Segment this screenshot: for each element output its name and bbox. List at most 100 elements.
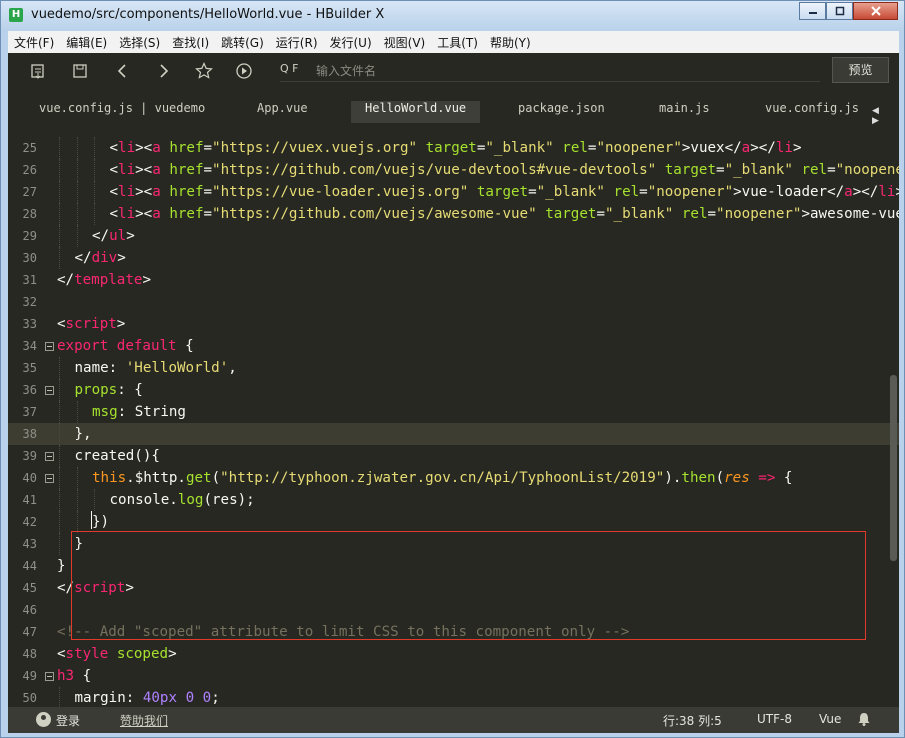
code-line[interactable]: 49 h3 { <box>8 665 899 687</box>
code-line[interactable]: 30 </div> <box>8 247 899 269</box>
tab-1[interactable]: vue.config.js | vuedemo <box>39 101 205 123</box>
menu-item[interactable]: 编辑(E) <box>60 34 113 51</box>
fold-toggle-icon[interactable] <box>45 452 54 461</box>
menu-item[interactable]: 查找(I) <box>166 34 215 51</box>
minimize-button[interactable] <box>799 2 826 20</box>
line-number: 30 <box>22 251 37 265</box>
sponsor-link[interactable]: 赞助我们 <box>120 712 168 729</box>
back-icon[interactable] <box>112 61 132 81</box>
code-line[interactable]: 33 <script> <box>8 313 899 335</box>
code-token: (res); <box>203 492 255 508</box>
code-line[interactable]: 50 margin: 40px 0 0; <box>8 687 899 707</box>
editor-frame: Q F 预览 ◀ ▶ vue.config.js | vuedemo App.vu… <box>8 53 899 733</box>
code-token: script <box>65 316 117 332</box>
fold-toggle-icon[interactable] <box>45 386 54 395</box>
code-token: > <box>792 140 802 156</box>
save-icon[interactable] <box>70 61 90 81</box>
menu-item[interactable]: 视图(V) <box>378 34 432 51</box>
code-line[interactable]: 43} <box>8 533 899 555</box>
language-mode[interactable]: Vue <box>819 712 841 726</box>
code-line[interactable]: 44} <box>8 555 899 577</box>
code-editor[interactable]: 50 margin: 40px 0 0; 49 h3 {48 <style scoped… <box>8 137 899 707</box>
code-line[interactable]: 45 </script> <box>8 577 899 599</box>
code-token: 40px <box>142 690 178 706</box>
indent-guide <box>59 379 60 401</box>
window-controls <box>799 2 898 20</box>
code-line[interactable]: 27 <li><a href="https://vue-loader.vuejs.… <box>8 181 899 203</box>
code-token: >vuex</ <box>681 140 742 156</box>
menu-item[interactable]: 工具(T) <box>431 34 484 51</box>
tab-4[interactable]: package.json <box>518 101 605 123</box>
run-icon[interactable] <box>234 61 254 81</box>
maximize-button[interactable] <box>826 2 853 20</box>
file-search-input[interactable] <box>316 61 796 81</box>
code-token: href <box>169 140 204 156</box>
code-text: this.$http.get("http://typhoon.zjwater.g… <box>92 467 792 489</box>
tab-5[interactable]: main.js <box>659 101 710 123</box>
code-token: >vue-loader</ <box>733 184 845 200</box>
fold-toggle-icon[interactable] <box>45 672 54 681</box>
code-line[interactable]: 48 <style scoped> <box>8 643 899 665</box>
code-line[interactable]: 40 this.$http.get("http://typhoon.zjwater… <box>8 467 899 489</box>
code-token: </ <box>92 228 110 244</box>
code-token: ( <box>715 470 725 486</box>
login-link[interactable]: 登录 <box>56 712 80 729</box>
file-encoding[interactable]: UTF-8 <box>757 712 792 726</box>
line-number: 48 <box>22 647 37 661</box>
cursor-position[interactable]: 行:38 列:5 <box>663 712 722 729</box>
code-line[interactable]: 35 name: 'HelloWorld', <box>8 357 899 379</box>
code-token: = <box>716 162 725 178</box>
code-token: </ <box>57 580 75 596</box>
search-icon[interactable]: Q F <box>280 62 304 80</box>
code-token: >< <box>135 184 153 200</box>
menu-item[interactable]: 帮助(Y) <box>484 34 537 51</box>
code-line[interactable]: 39 created(){ <box>8 445 899 467</box>
code-line[interactable]: 37 msg: String <box>8 401 899 423</box>
code-token: margin: <box>74 690 143 706</box>
close-button[interactable] <box>853 2 898 20</box>
code-line[interactable]: 46 <box>8 599 899 621</box>
tab-2[interactable]: App.vue <box>257 101 308 123</box>
code-line[interactable]: 31 </template> <box>8 269 899 291</box>
code-token: "https://github.com/vuejs/awesome-vue" <box>212 206 537 222</box>
menu-item[interactable]: 运行(R) <box>270 34 324 51</box>
code-line[interactable]: 25 <li><a href="https://vuex.vuejs.org" t… <box>8 137 899 159</box>
vertical-scrollbar[interactable] <box>890 375 897 561</box>
bell-icon[interactable] <box>856 711 872 727</box>
code-token: "noopener" <box>835 162 899 178</box>
menu-item[interactable]: 跳转(G) <box>215 34 270 51</box>
fold-toggle-icon[interactable] <box>45 342 54 351</box>
code-line[interactable]: 36 props: { <box>8 379 899 401</box>
code-line[interactable]: 38}, <box>8 423 899 445</box>
code-line[interactable]: 29 </ul> <box>8 225 899 247</box>
preview-button[interactable]: 预览 <box>832 57 889 83</box>
code-token: = <box>203 184 213 200</box>
code-line[interactable]: 42}) <box>8 511 899 533</box>
code-line[interactable]: 26 <li><a href="https://github.com/vuejs/… <box>8 159 899 181</box>
menu-item[interactable]: 选择(S) <box>113 34 166 51</box>
title-bar[interactable]: H vuedemo/src/components/HelloWorld.vue … <box>1 1 904 31</box>
fold-toggle-icon[interactable] <box>45 474 54 483</box>
code-token: "_blank" <box>604 206 674 222</box>
save-all-icon[interactable] <box>28 61 48 81</box>
tab-3[interactable]: HelloWorld.vue <box>351 101 481 123</box>
code-line[interactable]: 28 <li><a href="https://github.com/vuejs/… <box>8 203 899 225</box>
indent-guide <box>59 247 60 269</box>
hbuilder-logo-icon: H <box>9 8 23 22</box>
star-icon[interactable] <box>194 61 214 81</box>
indent-guide <box>59 159 60 181</box>
tab-6[interactable]: vue.config.js <box>765 101 859 123</box>
code-line[interactable]: 47 <!-- Add "scoped" attribute to limit C… <box>8 621 899 643</box>
user-icon[interactable] <box>36 712 51 727</box>
menu-item[interactable]: 发行(U) <box>324 34 378 51</box>
code-token: li <box>118 184 136 200</box>
tab-scroll-arrows-icon[interactable]: ◀ ▶ <box>872 106 899 126</box>
menu-item[interactable]: 文件(F) <box>8 34 60 51</box>
code-line[interactable]: 34 export default { <box>8 335 899 357</box>
code-token: a <box>152 140 161 156</box>
code-line[interactable]: 32 <box>8 291 899 313</box>
indent-guide <box>59 203 60 225</box>
code-line[interactable]: 41 console.log(res); <box>8 489 899 511</box>
code-token: 0 <box>185 690 195 706</box>
forward-icon[interactable] <box>154 61 174 81</box>
